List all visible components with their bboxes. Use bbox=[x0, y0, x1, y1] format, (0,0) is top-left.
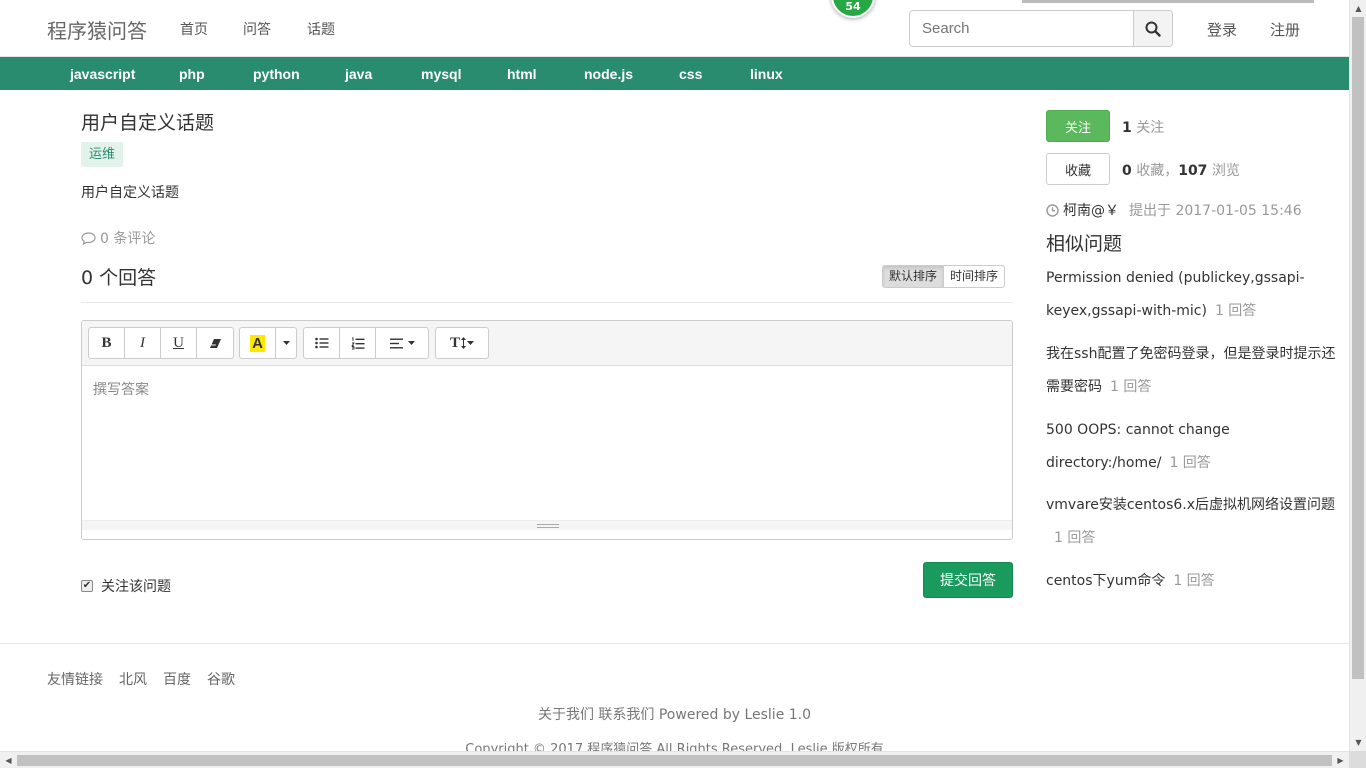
favorite-view-count: 0 收藏，107 浏览 bbox=[1122, 163, 1240, 179]
follow-question-checkbox[interactable]: ✔ bbox=[81, 580, 93, 592]
search-button[interactable] bbox=[1133, 11, 1172, 46]
scroll-left-arrow[interactable]: ◀ bbox=[0, 752, 17, 768]
footer-about: 关于我们 联系我们 Powered by Leslie 1.0 bbox=[537, 707, 812, 723]
topic-link[interactable]: mysql bbox=[421, 66, 461, 82]
topic-link[interactable]: python bbox=[253, 66, 300, 82]
horizontal-scroll-thumb[interactable] bbox=[17, 755, 1332, 766]
answers-count: 0 个回答 bbox=[81, 267, 157, 289]
similar-question[interactable]: vmvare安装centos6.x后虚拟机网络设置问题1 回答 bbox=[1046, 489, 1336, 555]
vertical-scroll-thumb[interactable] bbox=[1352, 17, 1364, 679]
similar-question[interactable]: Permission denied (publickey,gssapi-keye… bbox=[1046, 262, 1336, 328]
top-edge-bar bbox=[1022, 0, 1314, 3]
favorite-button[interactable]: 收藏 bbox=[1046, 153, 1110, 185]
friend-links-label: 友情链接 bbox=[47, 672, 103, 688]
format-group: B I U bbox=[88, 327, 234, 359]
question-tag[interactable]: 运维 bbox=[81, 142, 124, 167]
follow-count: 1 关注 bbox=[1122, 120, 1165, 136]
clock-icon bbox=[1046, 203, 1059, 217]
align-left-icon bbox=[389, 338, 403, 348]
bullet-list-button[interactable] bbox=[304, 328, 340, 358]
eraser-icon bbox=[209, 338, 221, 348]
horizontal-scrollbar[interactable]: ◀ ▶ bbox=[0, 751, 1349, 768]
vertical-scrollbar[interactable]: ▲ ▼ bbox=[1349, 0, 1366, 751]
caret-down-icon bbox=[467, 341, 474, 345]
sort-toggle: 默认排序 时间排序 bbox=[882, 265, 1006, 288]
numbered-list-button[interactable] bbox=[340, 328, 376, 358]
align-dropdown-button[interactable] bbox=[376, 328, 428, 358]
scroll-right-arrow[interactable]: ▶ bbox=[1332, 752, 1349, 768]
follow-question-option[interactable]: ✔ 关注该问题 bbox=[81, 576, 171, 596]
asked-time: 提出于 2017-01-05 15:46 bbox=[1129, 203, 1302, 219]
bold-button[interactable]: B bbox=[89, 328, 125, 358]
comments-link[interactable]: 0 条评论 bbox=[81, 228, 155, 248]
caret-down-icon bbox=[282, 341, 290, 345]
nav-questions[interactable]: 问答 bbox=[243, 19, 271, 39]
similar-questions-title: 相似问题 bbox=[1046, 233, 1123, 255]
question-description: 用户自定义话题 bbox=[81, 185, 179, 201]
topic-link[interactable]: java bbox=[345, 66, 372, 82]
topic-bar: javascript php python java mysql html no… bbox=[0, 57, 1349, 90]
nav-home[interactable]: 首页 bbox=[180, 19, 208, 39]
login-link[interactable]: 登录 bbox=[1207, 19, 1237, 40]
answer-placeholder: 撰写答案 bbox=[93, 382, 149, 398]
asker-name[interactable]: 柯南@￥ bbox=[1063, 200, 1119, 220]
text-size-dropdown-button[interactable]: T bbox=[436, 328, 488, 358]
sort-default-button[interactable]: 默认排序 bbox=[883, 266, 945, 287]
bullet-list-icon bbox=[314, 337, 328, 349]
topic-link[interactable]: linux bbox=[750, 66, 783, 82]
list-group bbox=[303, 327, 429, 359]
notification-badge[interactable]: 54 bbox=[831, 0, 875, 18]
numbered-list-icon bbox=[350, 337, 364, 349]
search-box bbox=[909, 10, 1173, 47]
scroll-up-arrow[interactable]: ▲ bbox=[1350, 0, 1366, 17]
editor-resize-handle[interactable] bbox=[82, 520, 1012, 530]
search-input[interactable] bbox=[910, 11, 1133, 46]
topic-link[interactable]: html bbox=[507, 66, 537, 82]
comment-icon bbox=[81, 231, 96, 245]
follow-question-label: 关注该问题 bbox=[101, 579, 171, 595]
topic-link[interactable]: css bbox=[679, 66, 702, 82]
nav-topics[interactable]: 话题 bbox=[307, 19, 335, 39]
search-icon bbox=[1145, 21, 1161, 37]
scroll-down-arrow[interactable]: ▼ bbox=[1350, 734, 1366, 751]
highlight-icon: A bbox=[250, 334, 265, 352]
similar-question[interactable]: 我在ssh配置了免密码登录，但是登录时提示还需要密码 1 回答 bbox=[1046, 338, 1336, 404]
friend-links: 友情链接 北风 百度 谷歌 bbox=[47, 669, 235, 689]
similar-question[interactable]: 500 OOPS: cannot change directory:/home/… bbox=[1046, 414, 1336, 480]
page: 程序猿问答 首页 问答 话题 54 登录 注册 javascript php p… bbox=[0, 0, 1366, 768]
highlight-dropdown-button[interactable] bbox=[276, 328, 296, 358]
friend-link[interactable]: 百度 bbox=[163, 669, 191, 689]
footer-divider bbox=[0, 643, 1349, 644]
similar-question[interactable]: centos下yum命令 1 回答 bbox=[1046, 565, 1336, 598]
topic-link[interactable]: node.js bbox=[584, 66, 633, 82]
answer-editor: B I U A T 撰写答案 bbox=[81, 320, 1013, 540]
friend-link[interactable]: 北风 bbox=[119, 669, 147, 689]
caret-down-icon bbox=[407, 341, 415, 345]
text-size-icon: T bbox=[449, 334, 460, 351]
highlight-group: A bbox=[239, 327, 297, 359]
register-link[interactable]: 注册 bbox=[1270, 19, 1300, 40]
highlight-button[interactable]: A bbox=[240, 328, 276, 358]
site-header: 程序猿问答 首页 问答 话题 54 登录 注册 bbox=[0, 0, 1349, 57]
site-brand[interactable]: 程序猿问答 bbox=[47, 15, 147, 44]
underline-button[interactable]: U bbox=[161, 328, 197, 358]
asker-info: 柯南@￥ 提出于 2017-01-05 15:46 bbox=[1046, 200, 1302, 220]
divider bbox=[81, 302, 1013, 303]
submit-answer-button[interactable]: 提交回答 bbox=[923, 562, 1013, 598]
text-size-group: T bbox=[435, 327, 489, 359]
topic-link[interactable]: php bbox=[179, 66, 205, 82]
text-height-icon bbox=[461, 337, 466, 349]
follow-button[interactable]: 关注 bbox=[1046, 110, 1110, 142]
sort-time-button[interactable]: 时间排序 bbox=[944, 266, 1004, 287]
editor-toolbar: B I U A T bbox=[82, 321, 1012, 366]
friend-link[interactable]: 谷歌 bbox=[207, 669, 235, 689]
italic-button[interactable]: I bbox=[125, 328, 161, 358]
clear-format-button[interactable] bbox=[197, 328, 233, 358]
question-title: 用户自定义话题 bbox=[81, 112, 215, 134]
answer-text-area[interactable]: 撰写答案 bbox=[82, 366, 1012, 530]
comments-count: 0 条评论 bbox=[100, 231, 156, 247]
topic-link[interactable]: javascript bbox=[70, 66, 135, 82]
scrollbar-corner bbox=[1349, 751, 1366, 768]
